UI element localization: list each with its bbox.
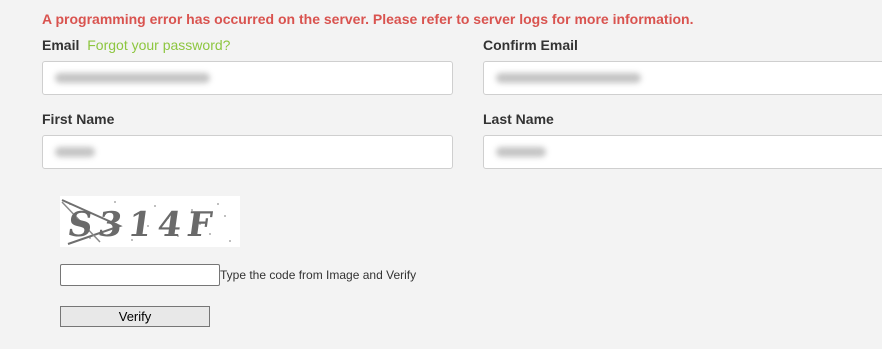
captcha-hint: Type the code from Image and Verify: [220, 268, 417, 282]
confirm-email-field[interactable]: [483, 61, 882, 95]
last-name-label: Last Name: [483, 111, 554, 127]
captcha-text: S314F: [65, 205, 220, 245]
email-label-row: Email Forgot your password?: [42, 37, 230, 53]
captcha-code-input[interactable]: [60, 264, 220, 286]
redacted-email: [55, 73, 210, 83]
error-message: A programming error has occurred on the …: [42, 11, 694, 27]
redacted-confirm-email: [496, 73, 641, 83]
forgot-password-link[interactable]: Forgot your password?: [87, 37, 230, 53]
last-name-field[interactable]: [483, 135, 882, 169]
redacted-last-name: [496, 147, 546, 157]
first-name-label: First Name: [42, 111, 115, 127]
verify-button[interactable]: Verify: [60, 306, 210, 327]
confirm-email-label: Confirm Email: [483, 37, 578, 53]
first-name-field[interactable]: [42, 135, 453, 169]
email-label: Email: [42, 37, 80, 53]
email-field[interactable]: [42, 61, 453, 95]
captcha-image: S314F: [60, 196, 240, 247]
redacted-first-name: [55, 147, 95, 157]
